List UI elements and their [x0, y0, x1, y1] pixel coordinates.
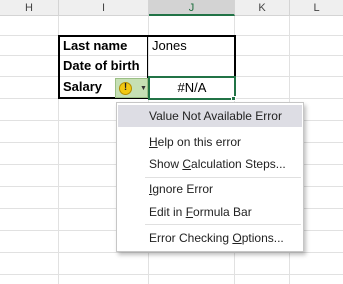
menu-item-text: Edit in: [149, 205, 186, 219]
cell-salary-value: #N/A: [177, 80, 207, 95]
menu-item-text: gnore Error: [152, 182, 214, 196]
cell-salary-label[interactable]: Salary: [60, 77, 114, 97]
active-cell-salary[interactable]: #N/A: [148, 76, 236, 100]
dropdown-arrow-icon: ▼: [140, 84, 147, 92]
warning-icon: !: [119, 81, 132, 95]
menu-item-ignore-error[interactable]: Ignore Error: [118, 178, 302, 200]
menu-item-text: ptions...: [241, 231, 284, 245]
column-header-h[interactable]: H: [0, 0, 59, 16]
menu-item-text: Value Not Available Error: [149, 109, 282, 123]
gridline: [0, 274, 343, 275]
menu-item-accelerator: F: [185, 205, 194, 219]
menu-item-text: alculation Steps...: [191, 157, 286, 171]
cell-dob-label[interactable]: Date of birth: [60, 56, 148, 76]
menu-item-accelerator: C: [182, 157, 192, 171]
error-options-menu: Value Not Available Error Help on this e…: [116, 102, 304, 252]
fill-handle[interactable]: [231, 96, 236, 101]
menu-item-accelerator: O: [232, 231, 242, 245]
column-header-k[interactable]: K: [235, 0, 290, 16]
menu-item-accelerator: H: [149, 135, 158, 149]
gridline: [0, 252, 343, 253]
menu-item-error-checking-options[interactable]: Error Checking Options...: [118, 227, 302, 249]
column-header-j[interactable]: J: [149, 0, 235, 16]
menu-item-text: Error Checking: [149, 231, 233, 245]
column-header-l[interactable]: L: [290, 0, 343, 16]
cell-dob-value[interactable]: [149, 56, 234, 76]
menu-separator: [145, 224, 301, 225]
menu-item-text: elp on this error: [157, 135, 242, 149]
cell-last-name-label[interactable]: Last name: [60, 36, 148, 56]
menu-item-edit-formula-bar[interactable]: Edit in Formula Bar: [118, 201, 302, 223]
column-header-i[interactable]: I: [59, 0, 149, 16]
cell-last-name-value[interactable]: Jones: [149, 36, 234, 56]
menu-item-error-title[interactable]: Value Not Available Error: [118, 105, 302, 127]
menu-item-show-calculation[interactable]: Show Calculation Steps...: [118, 153, 302, 175]
menu-item-text: Show: [149, 157, 183, 171]
menu-item-help[interactable]: Help on this error: [118, 131, 302, 153]
column-header-bar: H I J K L: [0, 0, 343, 16]
error-smart-tag[interactable]: ! ▼: [115, 78, 148, 98]
menu-item-text: ormula Bar: [193, 205, 252, 219]
